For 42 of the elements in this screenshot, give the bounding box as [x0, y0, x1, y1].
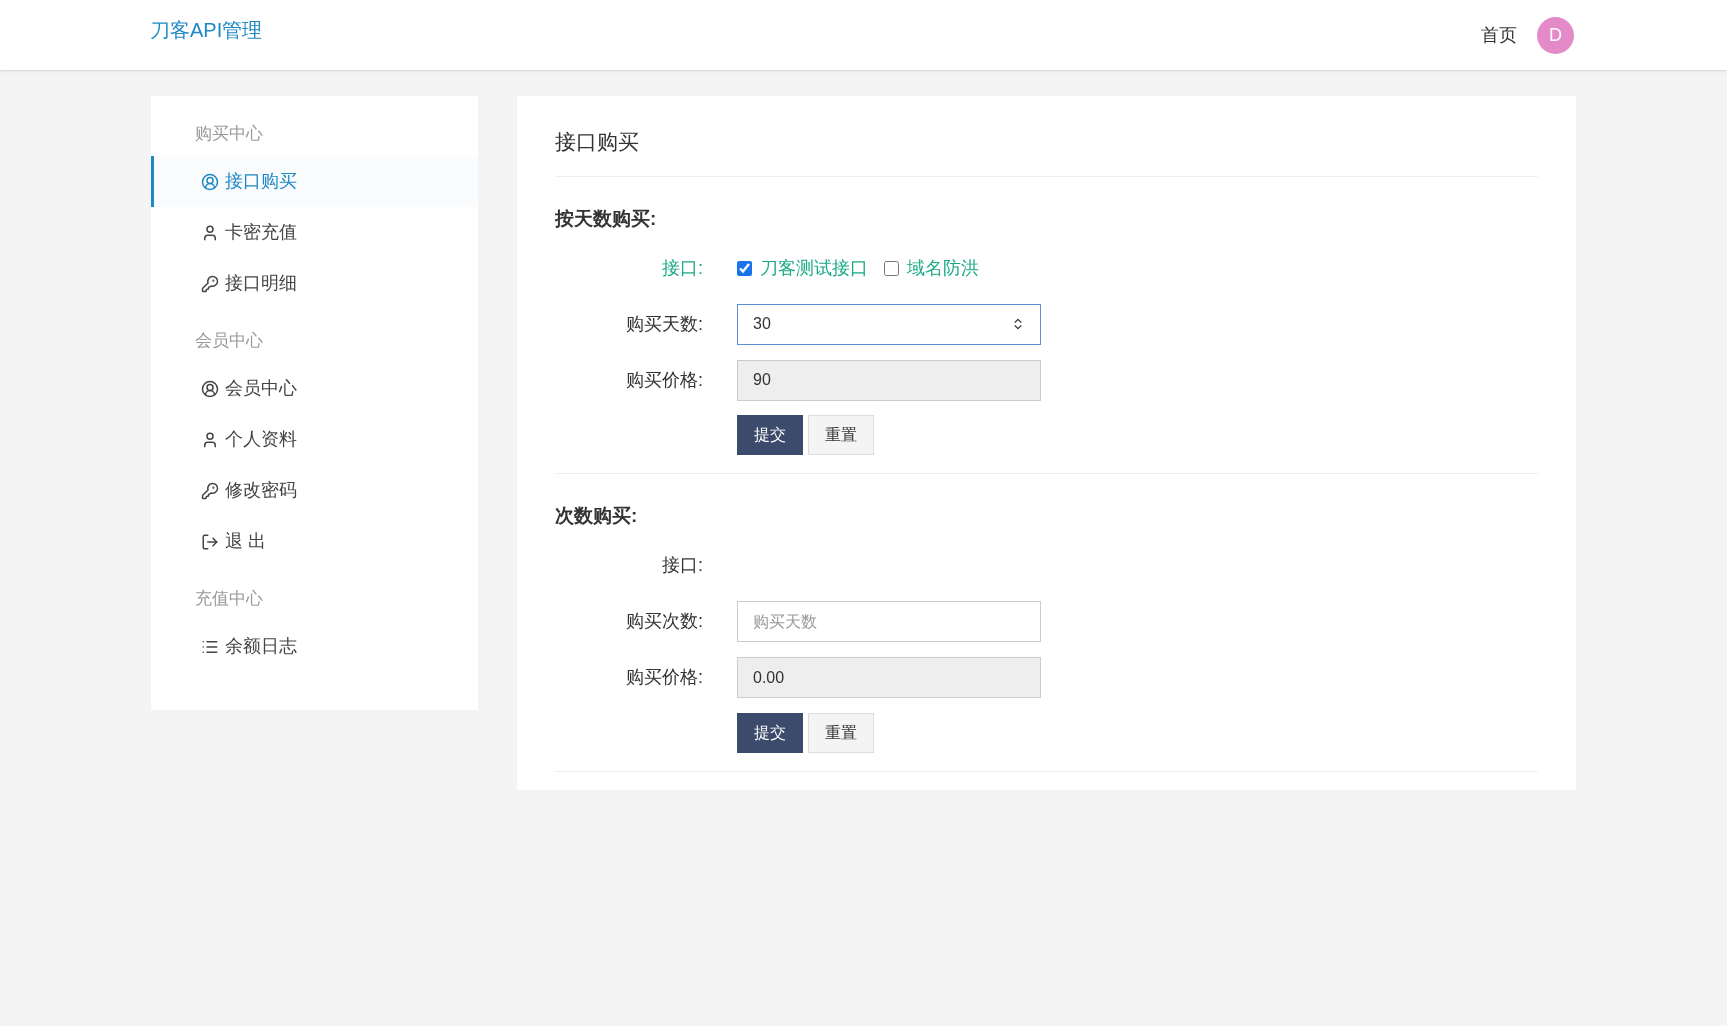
count-input[interactable]: 购买天数: [737, 601, 1041, 642]
sidebar-item[interactable]: 修改密码: [151, 465, 478, 516]
sidebar-item[interactable]: 个人资料: [151, 414, 478, 465]
sidebar-item[interactable]: 余额日志: [151, 621, 478, 672]
section-title: 按天数购买:: [555, 206, 658, 231]
sidebar-heading: 会员中心: [194, 330, 264, 352]
checkbox[interactable]: [737, 260, 752, 276]
checkbox[interactable]: [884, 260, 899, 276]
submit-button[interactable]: 提交: [737, 415, 803, 455]
sidebar-item[interactable]: 退 出: [151, 516, 478, 567]
sidebar-item[interactable]: 接口购买: [151, 156, 478, 207]
field-label: 接口:: [661, 256, 704, 280]
price-field: 90: [737, 359, 1041, 401]
submit-button[interactable]: 提交: [737, 712, 803, 753]
panel-title: 接口购买: [555, 126, 1538, 177]
field-label: 购买天数:: [625, 312, 704, 336]
reset-button[interactable]: 重置: [808, 712, 874, 753]
user-circle-icon: [201, 379, 219, 398]
brand-link[interactable]: 刀客API管理: [150, 15, 263, 45]
field-label: 接口:: [661, 554, 704, 577]
field-label: 购买次数:: [625, 610, 704, 633]
user-circle-icon: [201, 172, 219, 191]
key-icon: [201, 274, 219, 293]
price-field: 0.00: [737, 657, 1041, 698]
sidebar-item[interactable]: 卡密充值: [151, 207, 478, 258]
section-title: 次数购买:: [555, 504, 639, 528]
sidebar-item[interactable]: 会员中心: [151, 363, 478, 414]
key-icon: [201, 481, 219, 500]
logout-icon: [201, 532, 219, 551]
days-input[interactable]: 30: [737, 303, 1041, 345]
sidebar-item[interactable]: 接口明细: [151, 258, 478, 309]
user-icon: [201, 223, 219, 242]
home-link[interactable]: 首页: [1481, 21, 1517, 49]
user-icon: [201, 430, 219, 449]
sidebar-heading: 充值中心: [194, 588, 264, 610]
checkbox-label: 域名防洪: [907, 256, 979, 280]
spinner-icon[interactable]: [1011, 317, 1025, 331]
field-label: 购买价格:: [625, 368, 704, 392]
checkbox-label: 刀客测试接口: [760, 256, 868, 280]
reset-button[interactable]: 重置: [808, 415, 874, 455]
field-label: 购买价格:: [625, 666, 704, 689]
sidebar-heading: 购买中心: [194, 123, 264, 145]
